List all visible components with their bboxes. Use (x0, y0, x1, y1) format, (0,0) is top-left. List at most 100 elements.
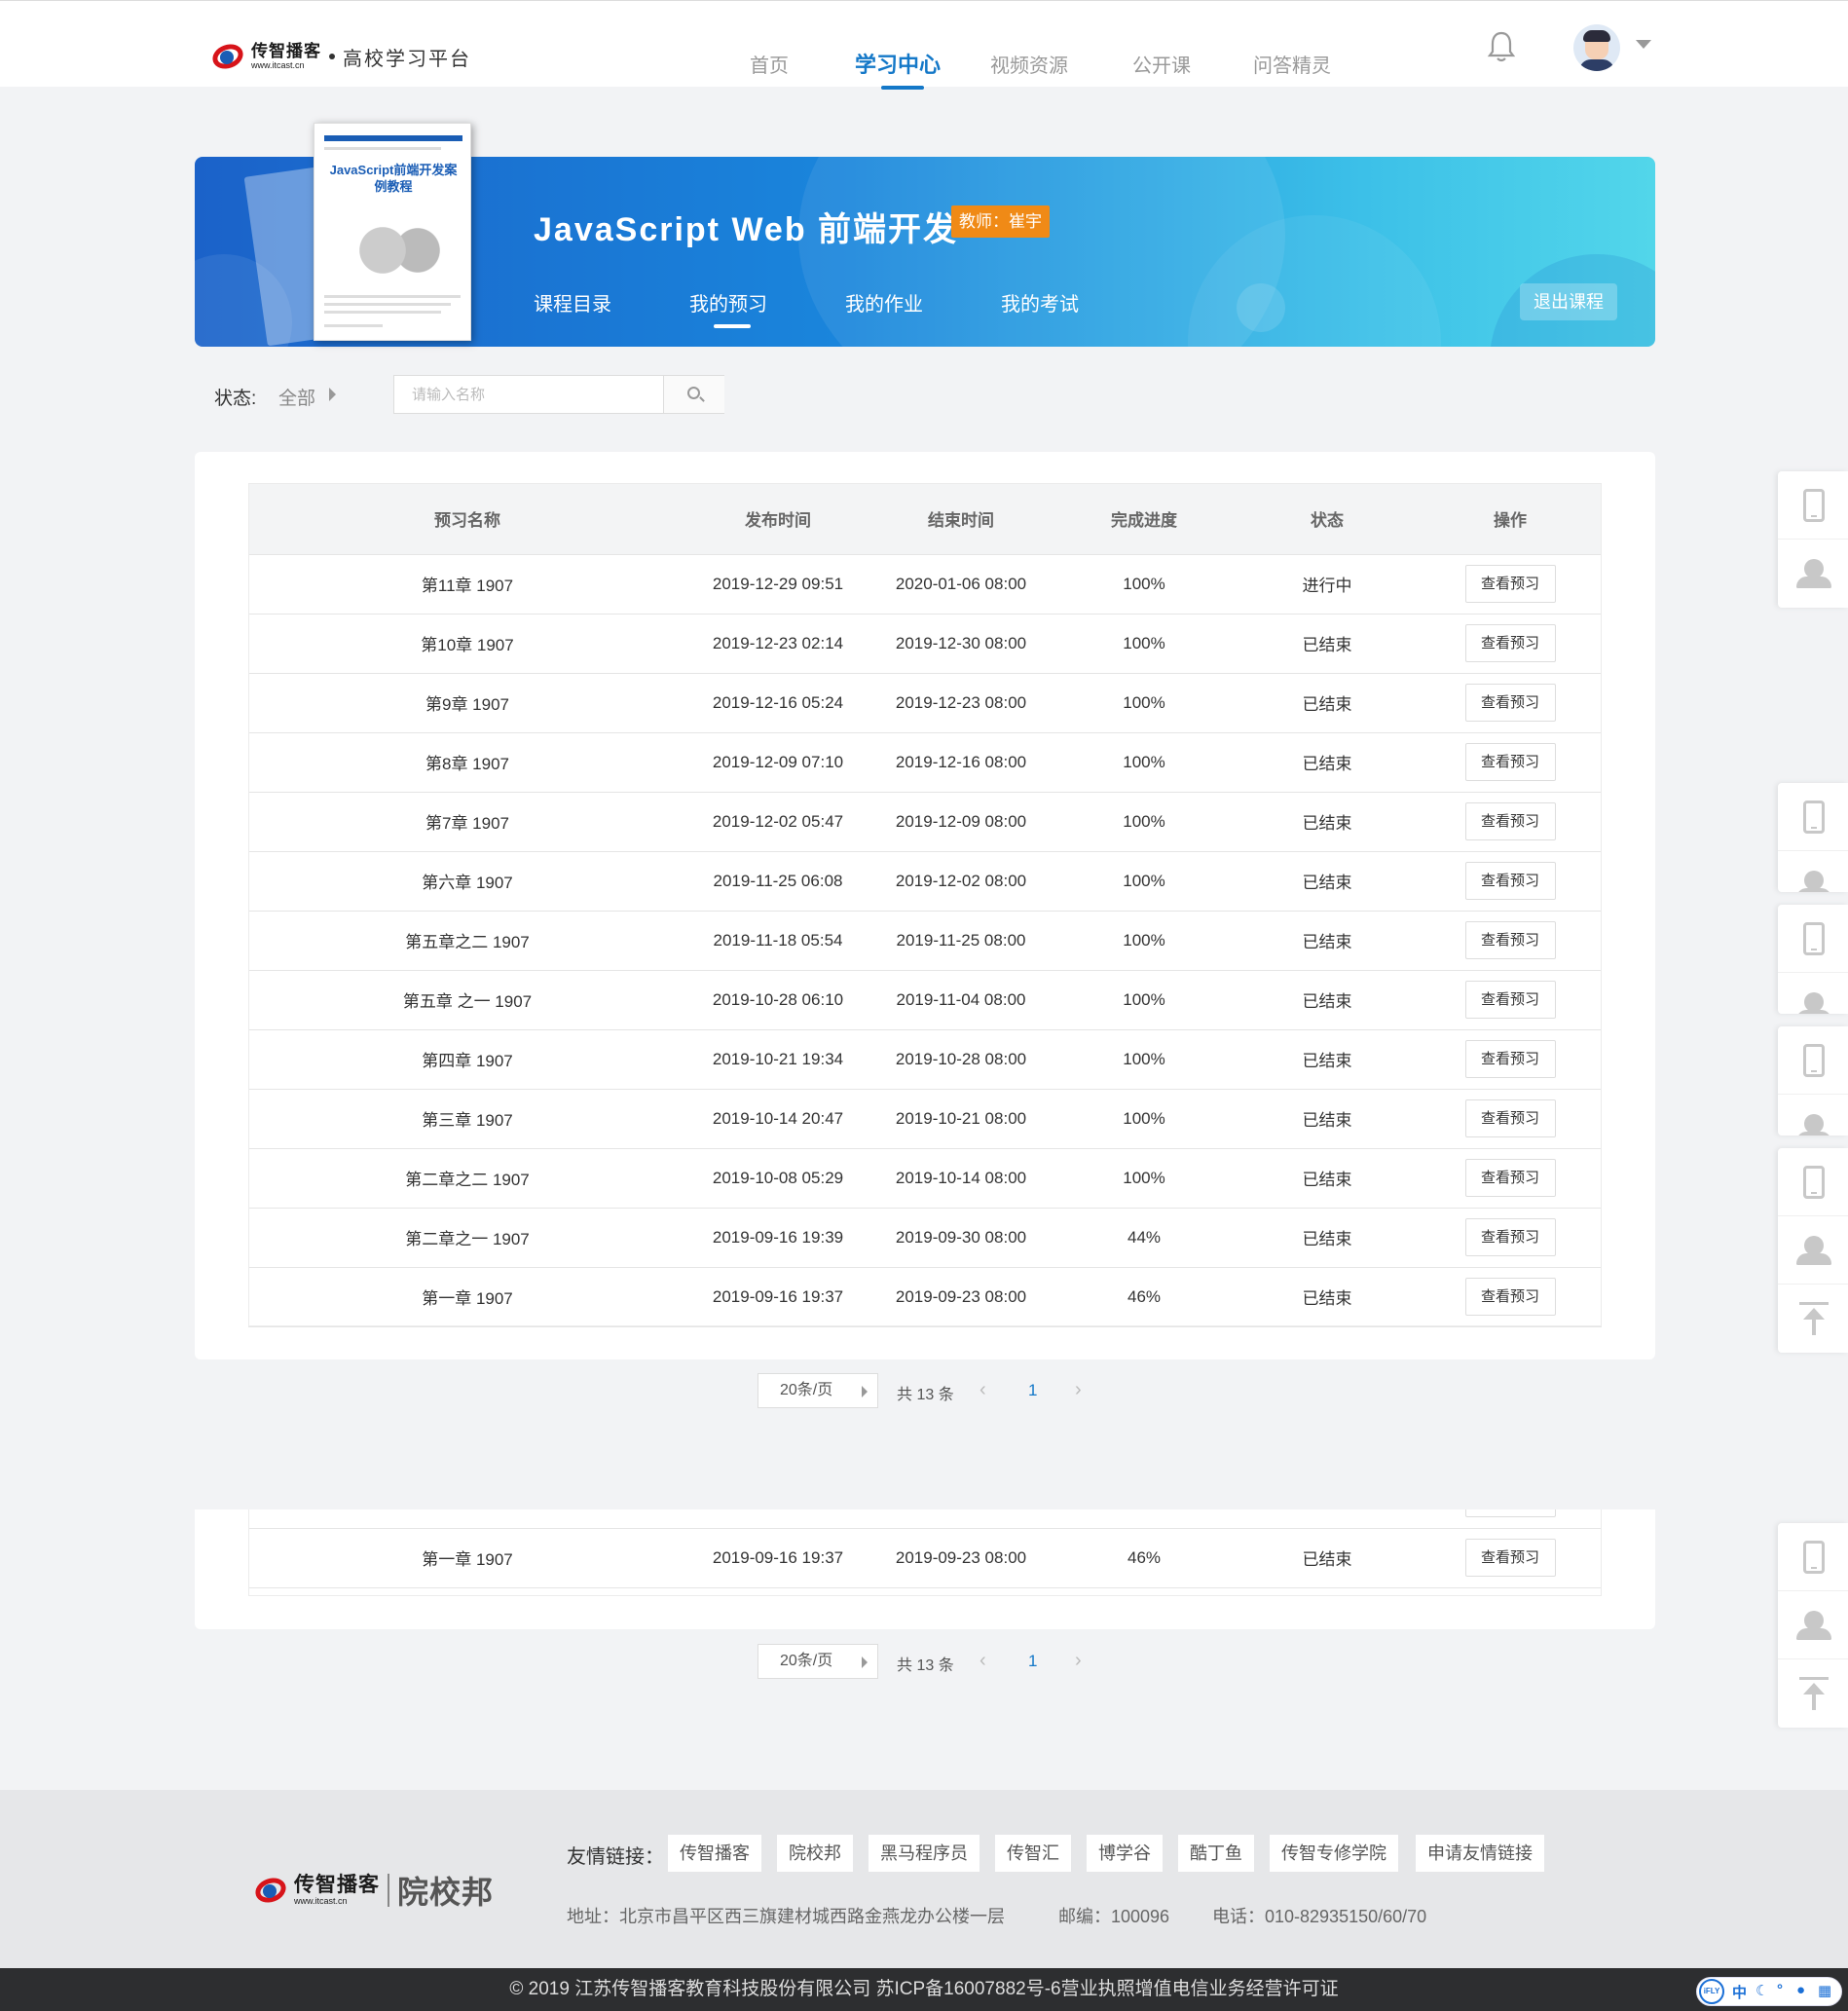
cell-name: 第二章之二 1907 (248, 1148, 686, 1209)
view-preview-button[interactable]: 查看预习 (1464, 1509, 1556, 1517)
ime-toolbar[interactable]: iFLY 中 ☾ ° ● ▦ (1696, 1977, 1842, 2006)
cell-name: 第一章 1907 (248, 1528, 686, 1588)
cell-publish-time: 2019-10-08 05:29 (686, 1148, 869, 1209)
preview-table-duplicate: 第二章之一 19072019-09-16 19:392019-09-30 08:… (248, 1509, 1602, 1588)
col-header-name: 预习名称 (248, 483, 686, 555)
friend-link[interactable]: 院校邦 (777, 1835, 853, 1872)
caret-right-icon[interactable] (329, 388, 336, 401)
mobile-app-button[interactable] (1778, 783, 1848, 851)
tab-course-catalog[interactable]: 课程目录 (534, 288, 611, 317)
moon-icon[interactable]: ☾ (1756, 1982, 1768, 1999)
view-preview-button[interactable]: 查看预习 (1464, 921, 1556, 959)
user-avatar[interactable] (1573, 24, 1620, 71)
page-size-select[interactable]: 20条/页 (758, 1644, 878, 1679)
cell-end-time: 2019-12-16 08:00 (869, 732, 1053, 793)
mobile-app-button[interactable] (1778, 1523, 1848, 1591)
cell-progress: 100% (1053, 851, 1236, 912)
page-size-select[interactable]: 20条/页 (758, 1373, 878, 1408)
floating-toolbar-ghost (1778, 783, 1848, 892)
friend-link[interactable]: 博学谷 (1087, 1835, 1163, 1872)
view-preview-button[interactable]: 查看预习 (1464, 684, 1556, 722)
customer-service-button[interactable] (1778, 1216, 1848, 1285)
chevron-down-icon[interactable] (1636, 40, 1651, 49)
view-preview-button[interactable]: 查看预习 (1464, 1099, 1556, 1137)
cell-status: 已结束 (1236, 1148, 1419, 1209)
search-button[interactable] (663, 376, 724, 413)
preview-table-card: 预习名称 发布时间 结束时间 完成进度 状态 操作 第11章 1907 2019-… (195, 452, 1655, 1359)
search-input[interactable] (394, 376, 663, 413)
tab-my-exam[interactable]: 我的考试 (1001, 288, 1079, 317)
cell-publish-time: 2019-12-23 02:14 (686, 614, 869, 674)
floating-toolbar-ghost (1778, 1026, 1848, 1136)
nav-home[interactable]: 首页 (750, 50, 789, 78)
cell-status: 进行中 (1236, 554, 1419, 614)
view-preview-button[interactable]: 查看预习 (1464, 1218, 1556, 1256)
mobile-app-button[interactable] (1778, 1026, 1848, 1095)
view-preview-button[interactable]: 查看预习 (1464, 624, 1556, 662)
customer-service-button[interactable] (1778, 973, 1848, 1014)
view-preview-button[interactable]: 查看预习 (1464, 1040, 1556, 1078)
prev-page-button[interactable]: ‹ (979, 1650, 986, 1672)
cell-name: 第9章 1907 (248, 673, 686, 733)
prev-page-button[interactable]: ‹ (979, 1379, 986, 1401)
punctuation-icon[interactable]: ° (1777, 1982, 1783, 1998)
exit-course-button[interactable]: 退出课程 (1520, 283, 1617, 320)
footer-logo-url: www.itcast.cn (294, 1896, 348, 1906)
cell-name: 第五章 之一 1907 (248, 970, 686, 1030)
status-filter-select[interactable]: 全部 (278, 384, 315, 410)
view-preview-button[interactable]: 查看预习 (1464, 862, 1556, 900)
view-preview-button[interactable]: 查看预习 (1464, 1159, 1556, 1197)
customer-service-button[interactable] (1778, 1591, 1848, 1659)
floating-toolbar-full (1778, 1148, 1848, 1353)
customer-service-button[interactable] (1778, 540, 1848, 608)
nav-learning-center[interactable]: 学习中心 (855, 48, 941, 79)
ime-language-toggle[interactable]: 中 (1732, 1982, 1747, 2002)
friend-link[interactable]: 黑马程序员 (869, 1835, 979, 1872)
nav-open-course[interactable]: 公开课 (1132, 50, 1191, 78)
tab-my-homework[interactable]: 我的作业 (845, 288, 923, 317)
customer-service-button[interactable] (1778, 1095, 1848, 1136)
back-to-top-button[interactable] (1778, 1285, 1848, 1353)
cell-action: 查看预习 (1419, 851, 1602, 912)
floating-toolbar-full-duplicate (1778, 1523, 1848, 1728)
cell-end-time: 2019-12-23 08:00 (869, 673, 1053, 733)
nav-video-resources[interactable]: 视频资源 (990, 50, 1068, 78)
mobile-app-button[interactable] (1778, 471, 1848, 540)
friend-link[interactable]: 传智汇 (995, 1835, 1071, 1872)
view-preview-button[interactable]: 查看预习 (1464, 565, 1556, 603)
mobile-app-button[interactable] (1778, 905, 1848, 973)
mobile-app-button[interactable] (1778, 1148, 1848, 1216)
view-preview-button[interactable]: 查看预习 (1464, 1539, 1556, 1577)
friend-link[interactable]: 酷丁鱼 (1178, 1835, 1254, 1872)
search-box (393, 375, 724, 414)
current-page[interactable]: 1 (1028, 1381, 1037, 1400)
view-preview-button[interactable]: 查看预习 (1464, 802, 1556, 840)
customer-service-button[interactable] (1778, 851, 1848, 892)
tab-my-preview[interactable]: 我的预习 (689, 288, 767, 317)
cell-status: 已结束 (1236, 614, 1419, 674)
cell-progress: 100% (1053, 970, 1236, 1030)
copyright-bar: © 2019 江苏传智播客教育科技股份有限公司 苏ICP备16007882号-6… (0, 1968, 1848, 2011)
table-row: 第11章 1907 2019-12-29 09:51 2020-01-06 08:0… (248, 554, 1602, 614)
view-preview-button[interactable]: 查看预习 (1464, 1278, 1556, 1316)
grid-menu-icon[interactable]: ▦ (1818, 1982, 1831, 1999)
site-logo[interactable]: 传智播客 www.itcast.cn 高校学习平台 (208, 40, 471, 73)
top-header: 传智播客 www.itcast.cn 高校学习平台 首页 学习中心 视频资源 公… (0, 0, 1848, 90)
current-page[interactable]: 1 (1028, 1652, 1037, 1671)
friend-link-apply[interactable]: 申请友情链接 (1416, 1835, 1544, 1872)
view-preview-button[interactable]: 查看预习 (1464, 743, 1556, 781)
back-to-top-button[interactable] (1778, 1659, 1848, 1728)
cell-name: 第一章 1907 (248, 1267, 686, 1327)
bell-icon[interactable] (1487, 30, 1516, 63)
friend-link[interactable]: 传智播客 (668, 1835, 761, 1872)
nav-qa[interactable]: 问答精灵 (1253, 50, 1331, 78)
footer-logo[interactable]: 传智播客 www.itcast.cn 院校邦 (251, 1868, 494, 1913)
cell-action: 查看预习 (1419, 792, 1602, 852)
next-page-button[interactable]: › (1075, 1650, 1082, 1672)
next-page-button[interactable]: › (1075, 1379, 1082, 1401)
view-preview-button[interactable]: 查看预习 (1464, 981, 1556, 1019)
table-row: 第三章 1907 2019-10-14 20:47 2019-10-21 08:00… (248, 1089, 1602, 1149)
friend-link[interactable]: 传智专修学院 (1270, 1835, 1398, 1872)
microphone-icon[interactable]: ● (1796, 1982, 1805, 1998)
logo-name: 传智播客 (251, 42, 321, 60)
